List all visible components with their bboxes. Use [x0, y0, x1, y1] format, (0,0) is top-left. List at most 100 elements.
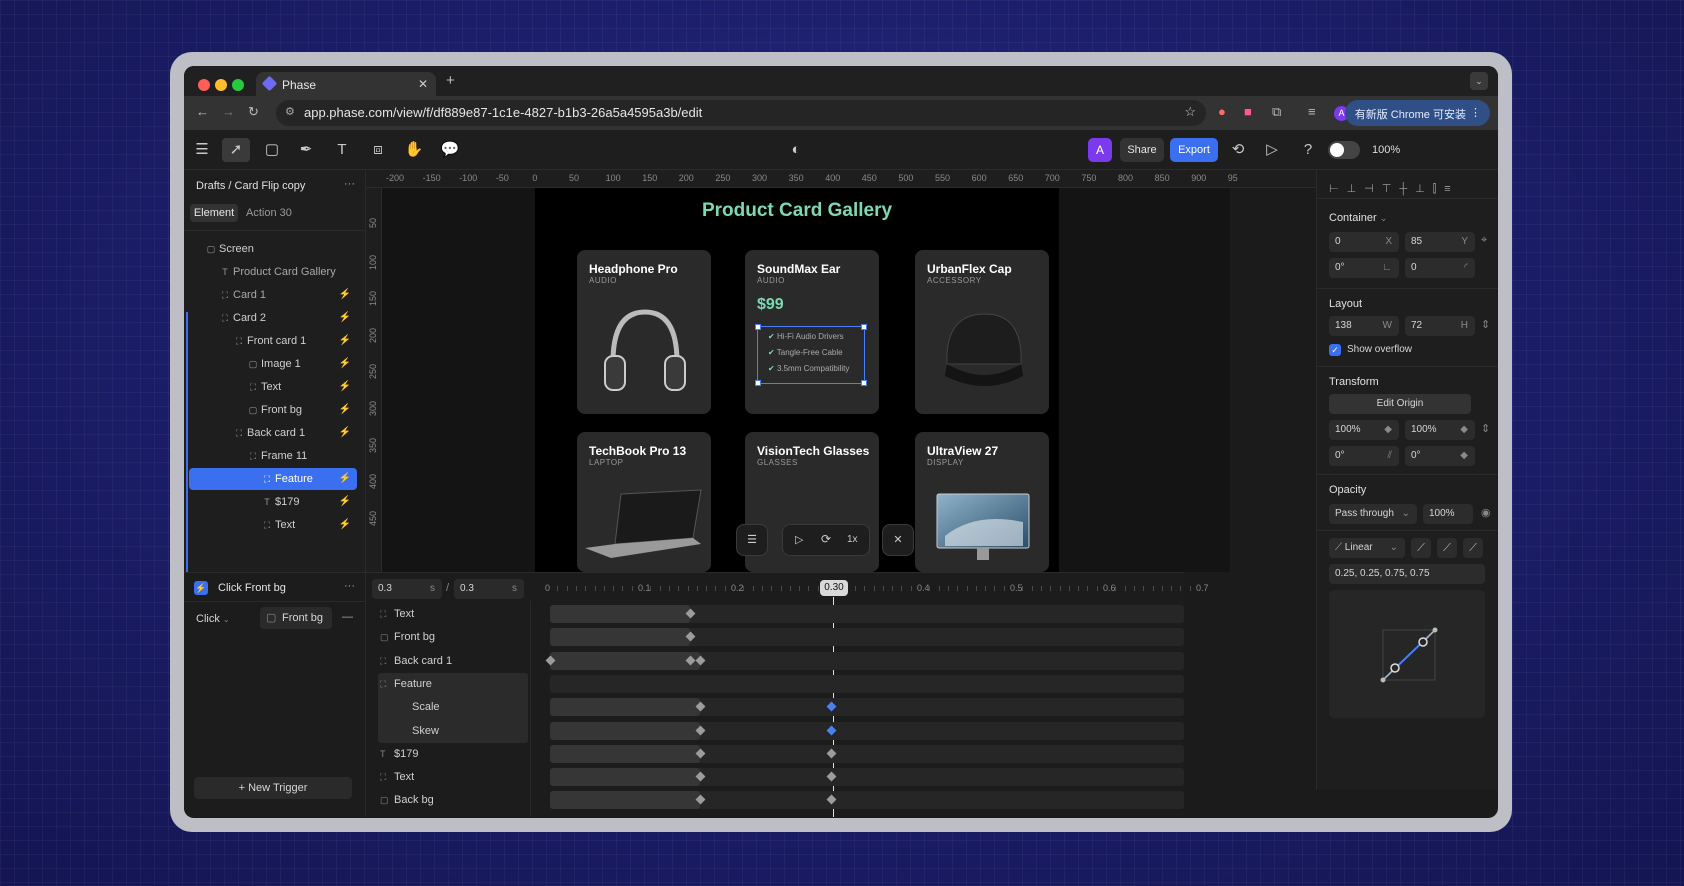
track-label[interactable]: ⛶ Feature [380, 678, 432, 690]
history-icon[interactable]: ⟲ [1226, 138, 1250, 162]
tab-element[interactable]: Element [190, 204, 238, 222]
layer-image-1[interactable]: ▢ Image 1 ⚡ [189, 353, 357, 375]
play-icon[interactable]: ▷ [795, 533, 803, 546]
select-tool-icon[interactable]: ➚ [222, 138, 250, 162]
back-icon[interactable]: ← [196, 104, 209, 119]
help-icon[interactable]: ? [1296, 138, 1320, 162]
rotation-input[interactable]: 0° ∟ [1329, 258, 1399, 278]
hand-tool-icon[interactable]: ✋ [402, 138, 426, 162]
track-label[interactable]: ⛶ Text [380, 771, 414, 783]
comment-tool-icon[interactable]: 💬 [438, 138, 462, 162]
duration-input[interactable]: 0.3 s [454, 579, 524, 599]
close-preview-icon[interactable]: ✕ [882, 524, 914, 556]
track-label[interactable]: ⛶ Text [380, 608, 414, 620]
reload-icon[interactable]: ↻ [248, 104, 259, 120]
export-button[interactable]: Export [1170, 138, 1218, 162]
tab-action[interactable]: Action 30 [246, 204, 292, 222]
layer-text[interactable]: ⛶ Text ⚡ [189, 376, 357, 398]
share-button[interactable]: Share [1120, 138, 1164, 162]
card-techbook[interactable]: TechBook Pro 13 LAPTOP [577, 432, 711, 572]
bezier-curve-editor[interactable] [1329, 590, 1485, 718]
layer-back-card-1[interactable]: ⛶ Back card 1 ⚡ [189, 422, 357, 444]
user-avatar[interactable]: A [1088, 138, 1112, 162]
track-label[interactable]: ⛶ Back card 1 [380, 655, 452, 667]
layer-feature[interactable]: ⛶ Feature ⚡ [189, 468, 357, 490]
artboard[interactable]: Product Card Gallery Headphone Pro AUDIO … [535, 188, 1059, 572]
browser-tab[interactable]: Phase ✕ [256, 72, 436, 98]
new-tab-icon[interactable]: + [446, 72, 455, 89]
track-bar[interactable] [550, 605, 1184, 623]
opacity-input[interactable]: 100% [1423, 504, 1473, 524]
component-tool-icon[interactable]: ⧈ [366, 138, 390, 162]
canvas[interactable]: Product Card Gallery Headphone Pro AUDIO … [382, 188, 1230, 572]
track-segment[interactable] [550, 768, 700, 787]
visibility-eye-icon[interactable]: ◉ [1481, 506, 1491, 519]
scale-x-input[interactable]: 100% ◆ [1329, 420, 1399, 440]
layer-card-1[interactable]: ⛶ Card 1 ⚡ [189, 284, 357, 306]
speed-button[interactable]: 1x [847, 534, 858, 545]
layer-front-card-1[interactable]: ⛶ Front card 1 ⚡ [189, 330, 357, 352]
card-soundmax[interactable]: SoundMax Ear AUDIO $99 ✔ Hi-Fi Audio Driv… [745, 250, 879, 414]
track-label[interactable]: T $179 [380, 748, 418, 760]
height-input[interactable]: 72 H [1405, 316, 1475, 336]
lock-ratio-icon[interactable]: ⇕ [1481, 318, 1490, 331]
track-bar[interactable] [545, 651, 1184, 670]
track-label[interactable]: Skew [398, 725, 439, 737]
translate-extension-icon[interactable]: ■ [1244, 104, 1252, 119]
x-input[interactable]: 0X [1329, 232, 1399, 252]
trigger-more-icon[interactable]: ··· [344, 580, 355, 592]
layer-front-bg[interactable]: ▢ Front bg ⚡ [189, 399, 357, 421]
start-time-input[interactable]: 0.3 s [372, 579, 442, 599]
alignment-icons[interactable]: ⊢⊥⊣⊤┼⊥⫿≡ [1329, 182, 1459, 196]
extension-icon[interactable]: ● [1218, 104, 1226, 119]
container-section-label[interactable]: Container ⌄ [1329, 212, 1387, 224]
trigger-name[interactable]: Click Front bg [218, 582, 286, 594]
track-bar[interactable] [550, 721, 1184, 740]
track-segment[interactable] [550, 721, 700, 740]
extensions-puzzle-icon[interactable]: ⧉ [1272, 104, 1281, 120]
timeline-scale[interactable]: 0 0.1 0.2 0.4 0.5 0.6 0.7 [530, 573, 1209, 603]
track-segment[interactable] [550, 698, 700, 717]
forward-icon[interactable]: → [222, 104, 235, 119]
layer-product-card-gallery[interactable]: T Product Card Gallery [189, 261, 357, 283]
menu-icon[interactable]: ☰ [190, 138, 214, 162]
more-icon[interactable]: ··· [344, 178, 355, 190]
remove-target-icon[interactable]: — [342, 611, 353, 623]
new-trigger-button[interactable]: + New Trigger [194, 777, 352, 799]
tab-search-icon[interactable]: ⌄ [1470, 72, 1488, 90]
track-segment[interactable] [550, 605, 690, 623]
frame-tool-icon[interactable]: ▢ [260, 138, 284, 162]
ease-in-out-preset-icon[interactable]: ⟋ [1463, 538, 1483, 558]
breadcrumb[interactable]: Drafts / Card Flip copy [196, 180, 305, 192]
reading-list-icon[interactable]: ≡ [1308, 104, 1316, 119]
pen-tool-icon[interactable]: ✒ [294, 138, 318, 162]
layers-toggle-icon[interactable]: ☰ [736, 524, 768, 556]
edit-origin-button[interactable]: Edit Origin [1329, 394, 1471, 414]
layer-price[interactable]: T $179 ⚡ [189, 491, 357, 513]
skew-y-input[interactable]: 0° ◆ [1405, 446, 1475, 466]
track-label[interactable]: Scale [398, 701, 440, 713]
text-tool-icon[interactable]: T [330, 138, 354, 162]
layer-screen[interactable]: ▢ Screen [189, 238, 357, 260]
ease-in-preset-icon[interactable]: ⟋ [1411, 538, 1431, 558]
show-overflow-checkbox[interactable]: ✓ [1329, 344, 1341, 356]
width-input[interactable]: 138 W [1329, 316, 1399, 336]
keyframe[interactable] [826, 701, 837, 712]
scale-y-input[interactable]: 100% ◆ [1405, 420, 1475, 440]
feature-selection[interactable]: ✔ Hi-Fi Audio Drivers ✔ Tangle-Free Cabl… [755, 324, 867, 386]
keyframe[interactable] [826, 748, 837, 759]
event-select[interactable]: Click ⌄ [196, 613, 230, 625]
theme-toggle-icon[interactable]: ◐ [784, 138, 808, 162]
track-segment[interactable] [550, 651, 700, 670]
zoom-level[interactable]: 100% [1372, 144, 1400, 156]
constraint-icon[interactable]: ⌖ [1481, 234, 1487, 247]
play-preview-icon[interactable]: ▷ [1260, 138, 1284, 162]
tab-close-icon[interactable]: ✕ [418, 77, 428, 91]
blend-mode-select[interactable]: Pass through ⌄ [1329, 504, 1417, 524]
site-info-icon[interactable]: ⚙ [285, 105, 295, 118]
link-scale-icon[interactable]: ⇕ [1481, 422, 1490, 435]
loop-icon[interactable]: ⟳ [821, 532, 831, 546]
track-segment[interactable] [550, 744, 700, 763]
track-bar[interactable] [550, 674, 1184, 693]
track-label[interactable]: ▢ Back bg [380, 794, 434, 806]
